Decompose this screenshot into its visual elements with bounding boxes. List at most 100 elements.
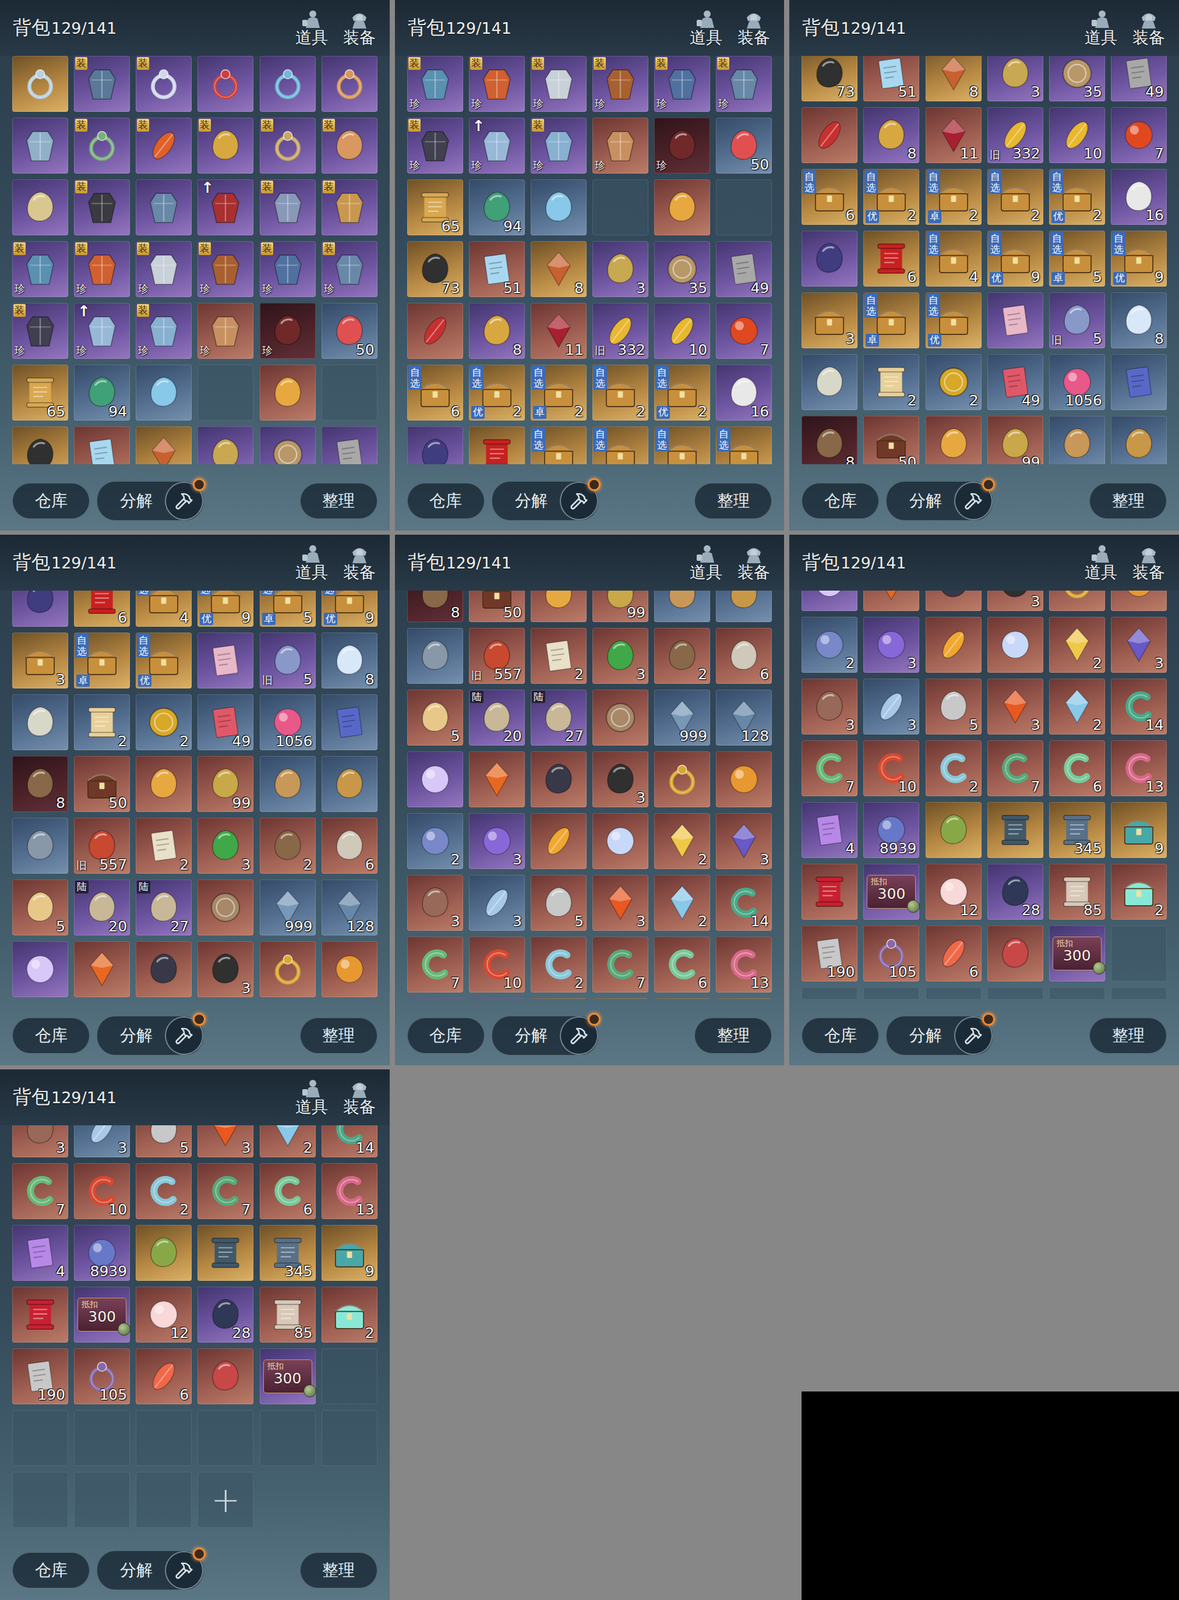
- inventory-tab[interactable]: 装备: [343, 544, 376, 582]
- item-slot[interactable]: 6: [135, 1348, 192, 1405]
- item-slot[interactable]: 4: [801, 802, 858, 859]
- item-slot[interactable]: 自选卓5: [654, 426, 711, 465]
- item-slot[interactable]: 2: [654, 627, 711, 684]
- item-slot[interactable]: [530, 179, 587, 236]
- item-slot[interactable]: 3: [12, 1125, 69, 1158]
- item-slot[interactable]: 2: [863, 354, 920, 411]
- item-slot[interactable]: 3: [801, 678, 858, 735]
- item-slot[interactable]: 51: [863, 55, 920, 102]
- item-slot[interactable]: 自选卓5: [259, 590, 316, 627]
- item-slot[interactable]: [259, 55, 316, 112]
- inventory-tab[interactable]: 道具: [1084, 544, 1118, 582]
- item-slot[interactable]: [1049, 415, 1106, 465]
- item-slot[interactable]: 345: [259, 1225, 316, 1281]
- item-slot[interactable]: 2: [925, 354, 982, 411]
- item-slot[interactable]: 10: [654, 302, 711, 359]
- inventory-tab[interactable]: 道具: [689, 544, 723, 582]
- item-slot[interactable]: 3: [73, 1125, 130, 1158]
- item-slot[interactable]: 陆20: [73, 879, 130, 936]
- footer-button[interactable]: 仓库: [407, 482, 485, 520]
- item-slot[interactable]: 3: [592, 874, 649, 931]
- item-slot[interactable]: [12, 55, 69, 112]
- item-slot[interactable]: 装珍: [12, 241, 69, 298]
- item-slot[interactable]: 49: [987, 354, 1044, 411]
- item-slot[interactable]: [197, 632, 254, 689]
- item-slot[interactable]: 11: [530, 302, 587, 359]
- footer-button[interactable]: 仓库: [801, 482, 880, 520]
- item-slot[interactable]: [321, 756, 378, 813]
- item-slot[interactable]: [530, 813, 587, 870]
- item-slot[interactable]: [135, 941, 192, 998]
- item-slot[interactable]: 3: [12, 632, 69, 689]
- item-slot[interactable]: 4: [407, 998, 464, 1000]
- salvage-tool[interactable]: [164, 481, 204, 521]
- salvage-button[interactable]: 分解: [96, 1550, 204, 1591]
- item-slot[interactable]: 8: [863, 107, 920, 164]
- item-slot[interactable]: 抵扣300: [863, 863, 920, 920]
- footer-button[interactable]: 整理: [1089, 1017, 1167, 1054]
- item-slot[interactable]: 2: [135, 694, 192, 751]
- item-slot[interactable]: 陆27: [530, 689, 587, 746]
- item-slot[interactable]: 装: [135, 55, 192, 112]
- inventory-tab[interactable]: 装备: [737, 544, 771, 582]
- footer-button[interactable]: 仓库: [12, 482, 90, 520]
- item-slot[interactable]: 6: [925, 925, 982, 982]
- item-slot[interactable]: 装: [259, 179, 316, 236]
- item-slot[interactable]: ↑珍: [73, 302, 130, 359]
- item-slot[interactable]: [135, 364, 192, 421]
- item-slot[interactable]: 94: [468, 179, 525, 236]
- footer-button[interactable]: 整理: [694, 1017, 772, 1054]
- item-slot[interactable]: 自选卓2: [530, 364, 587, 421]
- salvage-button[interactable]: 分解: [491, 1015, 599, 1056]
- item-slot[interactable]: [407, 627, 464, 684]
- item-slot[interactable]: [530, 590, 587, 623]
- item-slot[interactable]: [321, 55, 378, 112]
- item-grid-viewport[interactable]: 装装装装装装装装↑装装装珍装珍装珍装珍装珍装珍装珍↑珍装珍珍珍506594735…: [0, 590, 390, 1000]
- item-slot[interactable]: [530, 751, 587, 808]
- item-slot[interactable]: 装珍: [407, 117, 464, 174]
- item-slot[interactable]: 8939: [863, 802, 920, 859]
- item-slot[interactable]: 7: [12, 1163, 69, 1220]
- item-slot[interactable]: [592, 813, 649, 870]
- item-slot[interactable]: 99: [197, 756, 254, 813]
- item-slot[interactable]: 装珍: [321, 241, 378, 298]
- inventory-tab[interactable]: 装备: [737, 9, 771, 48]
- inventory-tab[interactable]: 道具: [295, 9, 328, 48]
- item-slot[interactable]: 2: [407, 813, 464, 870]
- item-slot[interactable]: 自选优9: [592, 426, 649, 465]
- item-slot[interactable]: 装珍: [135, 241, 192, 298]
- footer-button[interactable]: 整理: [299, 1552, 378, 1589]
- item-slot[interactable]: 99: [987, 415, 1044, 465]
- item-slot[interactable]: 自选优9: [987, 230, 1044, 287]
- item-grid-viewport[interactable]: 装装装装装装装装↑装装装珍装珍装珍装珍装珍装珍装珍↑珍装珍珍珍506594735…: [789, 55, 1179, 465]
- item-slot[interactable]: [530, 998, 587, 1000]
- item-slot[interactable]: 陆27: [135, 879, 192, 936]
- item-slot[interactable]: 5: [12, 879, 69, 936]
- item-slot[interactable]: 345: [654, 998, 711, 1000]
- item-slot[interactable]: 自选2: [987, 168, 1044, 225]
- item-slot[interactable]: 装珍: [530, 55, 587, 112]
- item-slot[interactable]: 49: [1110, 55, 1167, 102]
- item-slot[interactable]: 2: [654, 874, 711, 931]
- footer-button[interactable]: 整理: [299, 1017, 378, 1054]
- item-slot[interactable]: 8: [1110, 292, 1167, 349]
- item-slot[interactable]: 自选优2: [1049, 168, 1106, 225]
- item-slot[interactable]: 装: [321, 117, 378, 174]
- item-slot[interactable]: 8: [801, 415, 858, 465]
- item-slot[interactable]: 6: [654, 936, 711, 993]
- item-grid-viewport[interactable]: 装装装装装装装装↑装装装珍装珍装珍装珍装珍装珍装珍↑珍装珍珍珍506594735…: [0, 55, 390, 465]
- item-slot[interactable]: 1056: [259, 694, 316, 751]
- item-slot[interactable]: 35: [259, 426, 316, 465]
- item-slot[interactable]: 3: [407, 874, 464, 931]
- item-slot[interactable]: 99: [592, 590, 649, 623]
- item-slot[interactable]: 装: [73, 55, 130, 112]
- item-slot[interactable]: 3: [197, 1125, 254, 1158]
- item-slot[interactable]: 5: [407, 689, 464, 746]
- salvage-tool[interactable]: [164, 1016, 204, 1055]
- item-slot[interactable]: 装珍: [407, 55, 464, 112]
- item-slot[interactable]: 旧557: [468, 627, 525, 684]
- item-slot[interactable]: [925, 802, 982, 859]
- item-slot[interactable]: 自选卓: [863, 292, 920, 349]
- item-slot[interactable]: 自选6: [407, 364, 464, 421]
- item-slot[interactable]: 自选优2: [468, 364, 525, 421]
